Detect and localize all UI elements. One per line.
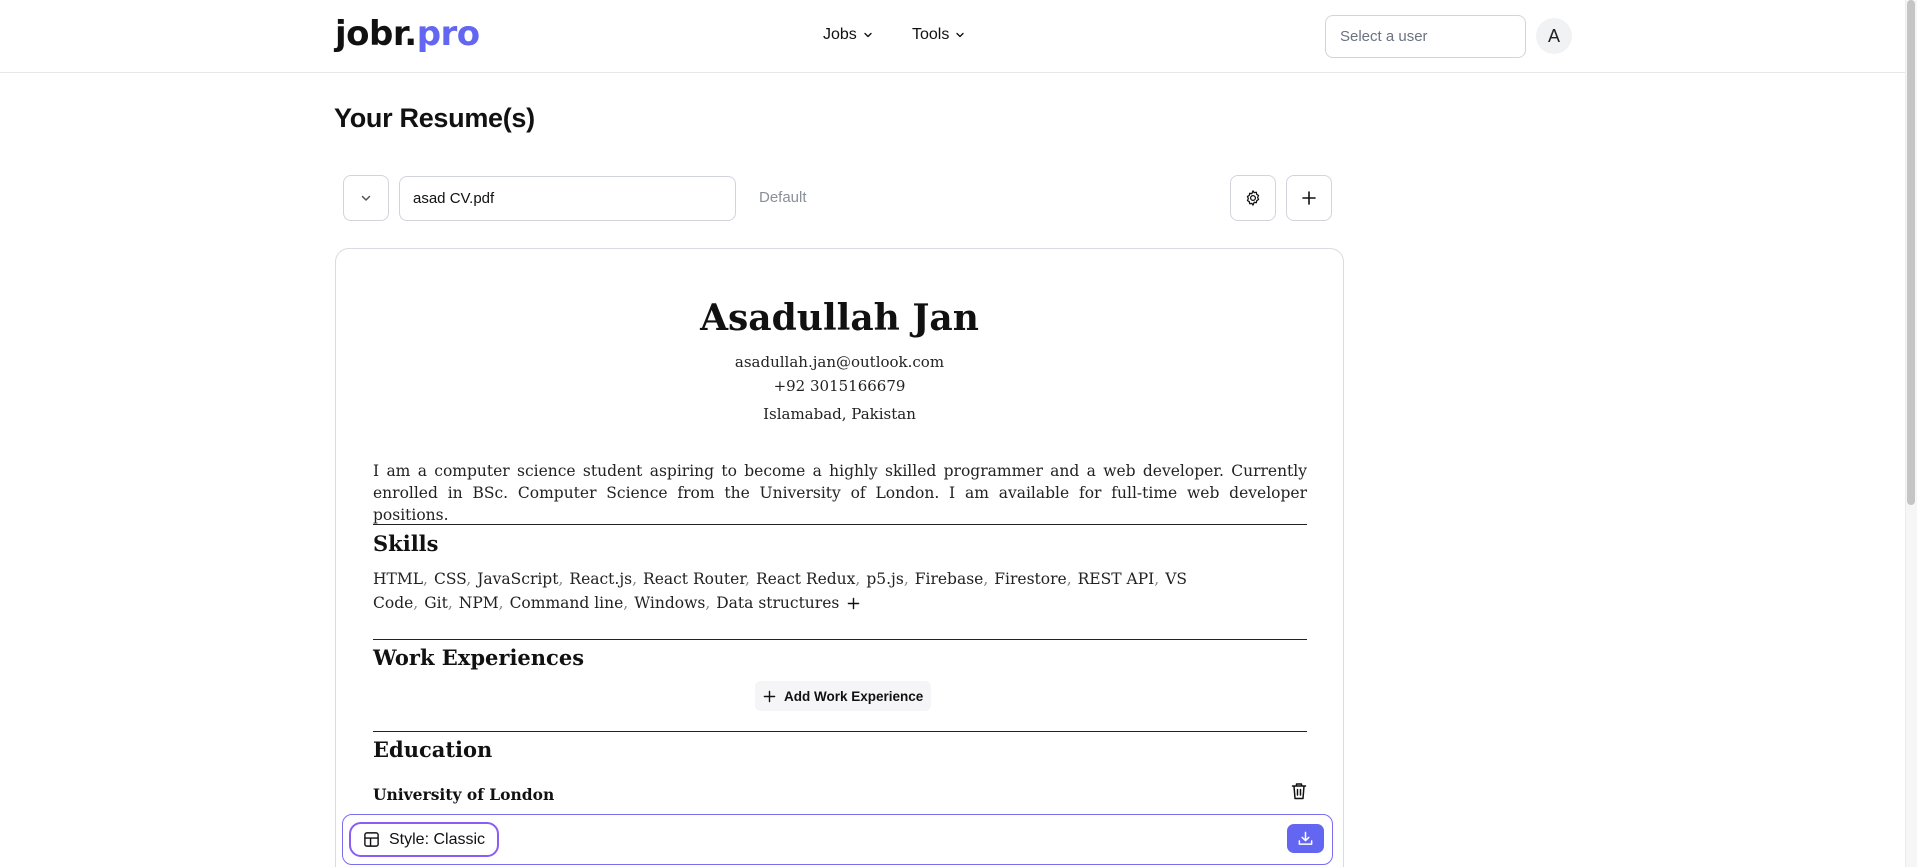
section-divider [373,731,1307,732]
section-divider [373,639,1307,640]
skill-separator: , [1154,570,1160,588]
education-item-title[interactable]: University of London [373,785,554,804]
resume-name[interactable]: Asadullah Jan [336,297,1343,339]
skills-heading: Skills [373,531,439,556]
skill-item[interactable]: Windows [634,594,705,612]
skill-separator: , [466,570,472,588]
chevron-down-icon [864,32,872,38]
resume-phone[interactable]: +92 3015166679 [336,377,1343,395]
style-selector-label: Style: Classic [389,830,486,848]
skills-list: HTML, CSS, JavaScript, React.js, React Route… [373,567,1307,615]
education-heading: Education [373,737,493,762]
skill-separator: , [413,594,419,612]
top-navbar: jobr.pro Jobs Tools A [0,0,1905,73]
skill-item[interactable]: React Redux [756,570,855,588]
resume-preview-card: Asadullah Jan asadullah.jan@outlook.com … [335,248,1344,867]
delete-education-button[interactable] [1291,782,1307,805]
resume-dropdown-button[interactable] [343,175,389,221]
add-work-experience-label: Add Work Experience [784,688,924,704]
skill-item[interactable]: Data structures [716,594,839,612]
page-scrollbar[interactable] [1905,0,1917,867]
style-selector-button[interactable]: Style: Classic [349,822,500,857]
skill-separator: , [1066,570,1072,588]
skill-separator: , [632,570,638,588]
skill-separator: , [447,594,453,612]
skill-separator: , [705,594,711,612]
resume-summary[interactable]: I am a computer science student aspiring… [373,460,1307,526]
resume-location[interactable]: Islamabad, Pakistan [336,405,1343,423]
add-work-experience-button[interactable]: Add Work Experience [755,681,932,711]
skill-item[interactable]: HTML [373,570,423,588]
nav-jobs-menu[interactable]: Jobs [823,26,873,44]
trash-icon [1291,783,1307,800]
avatar[interactable]: A [1536,18,1572,54]
page-title: Your Resume(s) [334,103,535,133]
plus-icon [763,690,776,702]
nav-tools-label: Tools [912,26,950,43]
scrollbar-thumb[interactable] [1907,0,1915,505]
resume-name-field[interactable]: asad CV.pdf [399,176,736,221]
skill-item[interactable]: Git [424,594,448,612]
skill-separator: , [983,570,989,588]
logo-text-main: jobr. [335,14,417,54]
skill-item[interactable]: Firestore [994,570,1066,588]
skill-separator: , [855,570,861,588]
download-resume-button[interactable] [1287,824,1324,853]
skill-item[interactable]: REST API [1078,570,1155,588]
resume-email[interactable]: asadullah.jan@outlook.com [336,353,1343,371]
skill-item[interactable]: p5.js [866,570,903,588]
skill-item[interactable]: Firebase [915,570,984,588]
add-skill-button[interactable] [847,597,860,611]
plus-icon [1302,191,1316,205]
add-resume-button[interactable] [1286,175,1332,221]
skill-item[interactable]: React.js [569,570,632,588]
default-label[interactable]: Default [759,189,807,206]
nav-tools-menu[interactable]: Tools [912,26,965,44]
skill-separator: , [558,570,564,588]
skill-separator: , [903,570,909,588]
skill-item[interactable]: Command line [510,594,624,612]
skill-item[interactable]: JavaScript [477,570,558,588]
skill-separator: , [623,594,629,612]
download-icon [1298,831,1313,845]
resume-settings-button[interactable] [1230,175,1276,221]
layout-icon [364,832,379,847]
plus-icon [848,597,860,610]
skill-item[interactable]: React Router [643,570,745,588]
work-experiences-heading: Work Experiences [373,645,585,670]
logo-text-accent: pro [416,14,480,54]
skill-item[interactable]: CSS [434,570,466,588]
style-toolbar: Style: Classic [342,814,1333,865]
user-select-input[interactable] [1325,15,1526,58]
skill-separator: , [423,570,428,588]
chevron-down-icon [361,195,371,201]
skill-separator: , [745,570,750,588]
nav-jobs-label: Jobs [823,26,857,43]
skill-item[interactable]: NPM [459,594,499,612]
chevron-down-icon [956,32,965,38]
skill-separator: , [498,594,504,612]
gear-icon [1246,190,1260,206]
section-divider [373,524,1307,525]
logo[interactable]: jobr.pro [335,14,480,54]
